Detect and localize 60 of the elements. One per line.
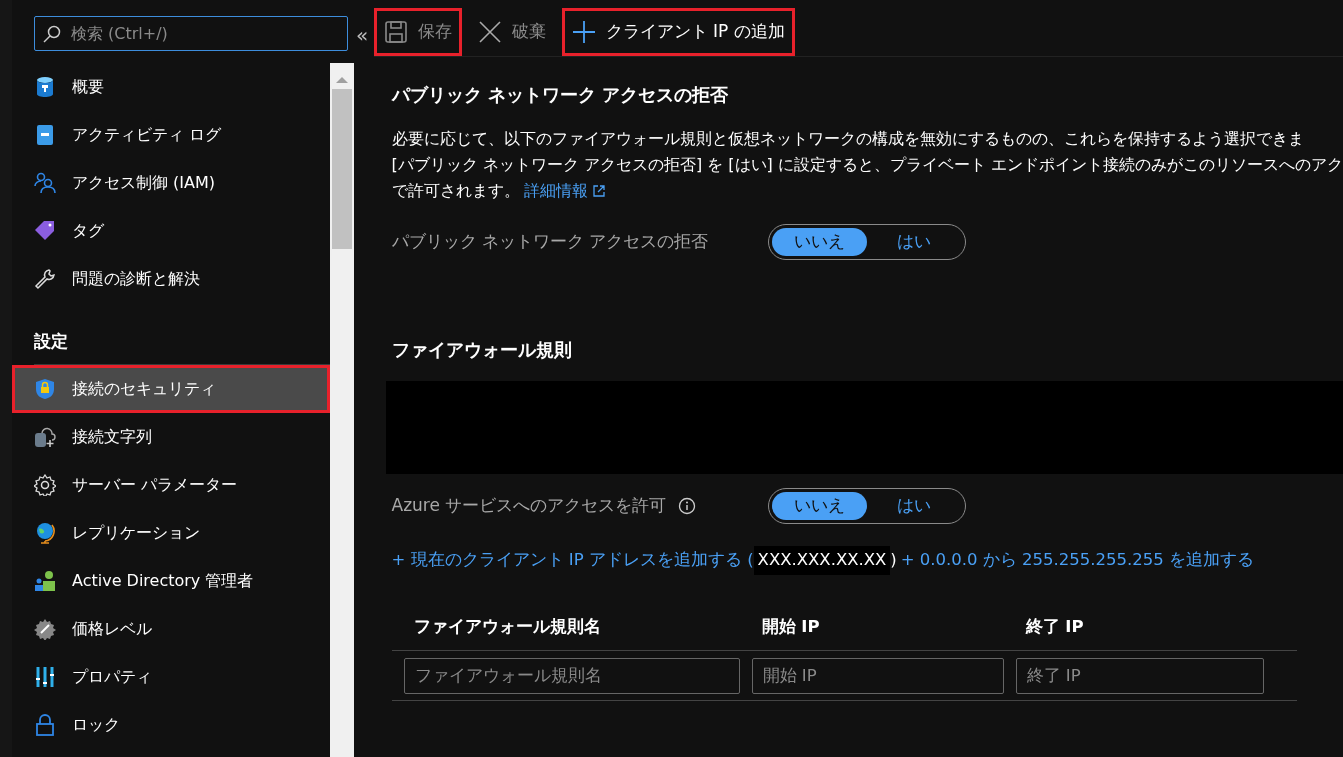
save-icon	[383, 20, 408, 44]
sidebar-item[interactable]: タグ	[12, 207, 330, 255]
add-all-ips-link[interactable]: + 0.0.0.0 から 255.255.255.255 を追加する	[900, 548, 1255, 573]
description-text: 必要に応じて、以下のファイアウォール規則と仮想ネットワークの構成を無効にするものの、これらを保持するよう選択できま	[391, 128, 1305, 150]
input-field[interactable]: 開始 IP	[751, 657, 1004, 694]
sidebar-item[interactable]: アクセス制御 (IAM)	[12, 159, 330, 207]
sidebar-item[interactable]: アクティビティ ログ	[12, 111, 330, 159]
sliders-icon	[34, 666, 56, 688]
sidebar-item[interactable]: サーバー パラメーター	[12, 461, 330, 509]
learn-more-link[interactable]: 詳細情報	[523, 179, 588, 203]
gear-icon	[34, 474, 56, 496]
column-header: 終了 IP	[1025, 615, 1085, 638]
section-heading: ファイアウォール規則	[391, 338, 573, 362]
shield-lock-icon	[34, 378, 56, 400]
setting-label: パブリック ネットワーク アクセスの拒否	[391, 230, 709, 254]
setting-label: Azure サービスへのアクセスを許可	[391, 494, 667, 518]
sidebar-item[interactable]: 問題の診断と解決	[12, 255, 330, 303]
toggle-option[interactable]: はい	[866, 492, 962, 520]
sidebar-item[interactable]: 接続文字列	[12, 413, 330, 461]
description-text: [パブリック ネットワーク アクセスの拒否] を [はい] に設定すると、プライベート エンドポイント接続のみがこのリソースへのアク	[391, 154, 1343, 176]
column-header: 開始 IP	[761, 615, 821, 638]
sidebar-item[interactable]: レプリケーション	[12, 509, 330, 557]
input-field[interactable]: ファイアウォール規則名	[403, 657, 740, 694]
users-icon	[34, 570, 56, 592]
external-link-icon	[591, 184, 606, 198]
sidebar-item[interactable]: プロパティ	[12, 653, 330, 701]
parenthesis-text: )	[890, 549, 897, 571]
scrollbar-thumb[interactable]	[331, 89, 352, 249]
wrench-icon	[34, 268, 56, 290]
search-icon	[43, 25, 61, 43]
database-plus-icon	[34, 426, 56, 448]
globe-icon	[34, 522, 56, 544]
gear-wrench-icon	[34, 618, 56, 640]
scrollbar[interactable]	[329, 63, 354, 757]
input-field[interactable]: 終了 IP	[1015, 657, 1264, 694]
search-field[interactable]: 検索 (Ctrl+/)	[34, 16, 348, 51]
sidebar-item[interactable]: 接続のセキュリティ	[12, 365, 330, 413]
sidebar-item[interactable]: 概要	[12, 63, 330, 111]
scroll-up-icon[interactable]	[335, 75, 348, 83]
toggle-option[interactable]: いいえ	[771, 228, 867, 256]
redacted-ip-text: XXX.XXX.XX.XX	[753, 546, 891, 575]
toggle-option[interactable]: いいえ	[771, 492, 867, 520]
tag-icon	[34, 220, 56, 242]
collapse-button[interactable]: «	[352, 20, 373, 50]
section-heading: パブリック ネットワーク アクセスの拒否	[391, 83, 730, 107]
info-icon	[678, 497, 697, 515]
plus-icon	[571, 20, 596, 44]
people-icon	[34, 172, 56, 194]
lock-icon	[34, 714, 56, 736]
add-client-ip-link[interactable]: + 現在のクライアント IP アドレスを追加する (	[391, 548, 754, 573]
column-header: ファイアウォール規則名	[413, 615, 602, 638]
document-icon	[34, 124, 56, 146]
sidebar-item[interactable]: 価格レベル	[12, 605, 330, 653]
toggle-option[interactable]: はい	[866, 228, 962, 256]
close-icon	[477, 20, 502, 44]
description-text: で許可されます。	[391, 180, 520, 202]
database-icon	[34, 76, 56, 98]
sidebar-item[interactable]: ロック	[12, 701, 330, 749]
add-button[interactable]: クライアント IP の追加	[561, 8, 795, 56]
sidebar-item[interactable]: Active Directory 管理者	[12, 557, 330, 605]
